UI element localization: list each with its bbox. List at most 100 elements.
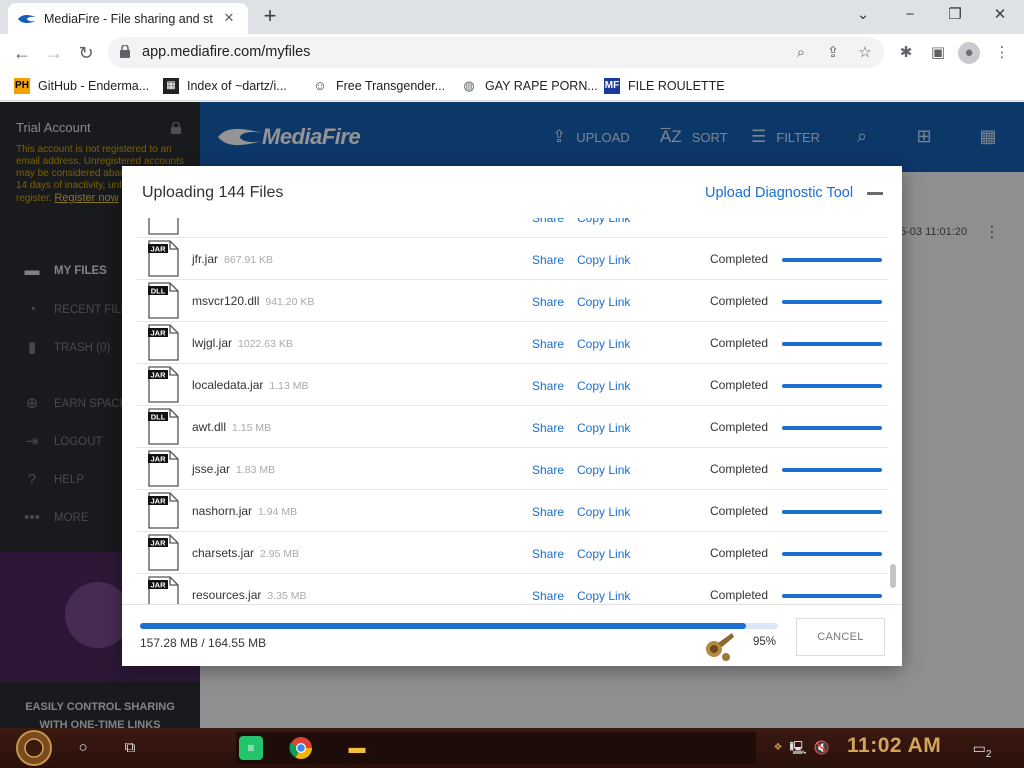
share-link[interactable]: Share [532,218,564,225]
list-item: JAR charsets.jar 2.95 MB Share Copy Link Comp… [136,532,888,574]
bookmark-item[interactable]: ◍ GAY RAPE PORN... [461,77,597,95]
mask-icon: ☺ [313,78,327,93]
share-link[interactable]: Share [532,379,564,393]
mascot-icon [706,633,734,661]
profile-avatar-icon[interactable]: ● [958,42,980,64]
copy-link[interactable]: Copy Link [577,505,630,519]
copy-link[interactable]: Copy Link [577,337,630,351]
minimize-button[interactable]: − [895,3,925,27]
copy-link[interactable]: Copy Link [577,547,630,561]
tab-search-icon[interactable]: ⌄ [848,3,878,27]
restore-button[interactable]: ❐ [940,3,970,27]
share-link[interactable]: Share [532,421,564,435]
file-name-text: resources.jar [192,588,262,602]
dll-file-icon: DLL [148,282,179,319]
file-progress-bar [782,426,882,430]
file-explorer-icon[interactable]: ▬ [345,736,369,760]
copy-link[interactable]: Copy Link [577,463,630,477]
scrollbar-thumb[interactable] [890,564,896,588]
share-link[interactable]: Share [532,253,564,267]
browser-menu-icon[interactable]: ⋮ [991,42,1013,64]
browser-tab-bar: MediaFire - File sharing and st ✕ + ⌄ − … [0,0,1024,34]
copy-link[interactable]: Copy Link [577,379,630,393]
list-item: JAR nashorn.jar 1.94 MB Share Copy Link Compl… [136,490,888,532]
upload-status: Completed [710,252,769,266]
notes-app-icon[interactable]: ≡ [239,736,263,760]
globe-icon: ◍ [463,78,475,93]
zoom-search-icon[interactable]: ⌕ [790,42,812,64]
upload-status: Completed [710,588,769,602]
file-size: 1.94 MB [258,506,298,518]
copy-link[interactable]: Copy Link [577,218,630,225]
share-link[interactable]: Share [532,547,564,561]
notifications-icon[interactable]: ▭2 [970,736,994,760]
close-window-button[interactable]: ✕ [985,3,1015,27]
file-size: 2.95 MB [260,548,300,560]
list-item: JAR jfr.jar 867.91 KB Share Copy Link Complet… [136,238,888,280]
share-link[interactable]: Share [532,505,564,519]
bookmark-item[interactable]: MF FILE ROULETTE [604,77,725,95]
cancel-button[interactable]: CANCEL [796,618,885,656]
upload-status: Completed [710,546,769,560]
share-link[interactable]: Share [532,295,564,309]
file-size: 1.15 MB [232,422,272,434]
copy-link[interactable]: Copy Link [577,421,630,435]
copy-link[interactable]: Copy Link [577,253,630,267]
bookmark-label: Free Transgender... [336,79,446,93]
extensions-icon[interactable]: ✱ [895,42,917,64]
jar-file-icon: JAR [148,366,179,403]
volume-muted-icon[interactable]: 🔇 [810,736,834,760]
bookmark-star-icon[interactable]: ☆ [854,42,876,64]
file-name-text: msvcr120.dll [192,294,260,308]
reload-button[interactable]: ↻ [73,40,99,66]
file-type-label: JAR [150,244,166,253]
upload-status: Completed [710,294,769,308]
tab-title: MediaFire - File sharing and st [44,11,213,26]
bookmark-label: Index of ~dartz/i... [187,79,287,93]
file-type-label: JAR [150,496,166,505]
upload-diagnostic-link[interactable]: Upload Diagnostic Tool [705,185,853,201]
jar-file-icon: JAR [148,576,179,604]
tab-close-icon[interactable]: ✕ [220,9,238,27]
copy-link[interactable]: Copy Link [577,295,630,309]
network-icon[interactable]: 🖳 [786,736,810,760]
share-icon[interactable]: ⇪ [822,42,844,64]
bookmark-item[interactable]: ▦ Index of ~dartz/i... [163,77,287,95]
file-progress-bar [782,510,882,514]
chrome-icon[interactable] [289,736,313,760]
file-type-label: DLL [151,286,166,295]
cortana-icon[interactable]: ○ [71,736,95,760]
share-link[interactable]: Share [532,337,564,351]
list-item: JAR lwjgl.jar 1022.63 KB Share Copy Link Comp… [136,322,888,364]
forward-button[interactable]: → [41,40,67,66]
taskbar-apps [236,732,756,764]
new-tab-button[interactable]: + [258,5,282,29]
bookmark-item[interactable]: PH GitHub - Enderma... [14,77,149,95]
taskbar-clock[interactable]: 11:02 AM [847,734,941,758]
share-link[interactable]: Share [532,589,564,603]
minimize-modal-icon[interactable] [867,192,883,195]
jar-file-icon [148,218,179,235]
file-roulette-icon: MF [604,78,620,94]
copy-link[interactable]: Copy Link [577,589,630,603]
windows-taskbar: ○ ⧉ ≡ ▬ ❖ 🖳 🔇 11:02 AM ▭2 [0,728,1024,768]
file-name-text: jsse.jar [192,462,231,476]
site-icon: ▦ [163,78,179,94]
upload-footer: 157.28 MB / 164.55 MB 95% CANCEL [122,604,902,666]
file-name: charsets.jar 2.95 MB [192,546,299,560]
address-bar[interactable]: app.mediafire.com/myfiles ⌕ ⇪ ☆ [108,37,884,68]
jar-file-icon: JAR [148,324,179,361]
list-item: DLL awt.dll 1.15 MB Share Copy Link Completed [136,406,888,448]
task-view-icon[interactable]: ⧉ [118,736,142,760]
side-panel-icon[interactable]: ▣ [927,42,949,64]
bookmark-item[interactable]: ☺ Free Transgender... [312,77,445,95]
total-percent-text: 95% [753,636,777,648]
start-button-icon[interactable] [10,729,58,767]
list-item: Share Copy Link [136,218,888,238]
file-name: nashorn.jar 1.94 MB [192,504,297,518]
share-link[interactable]: Share [532,463,564,477]
file-progress-bar [782,300,882,304]
back-button[interactable]: ← [9,40,35,66]
file-name-text: lwjgl.jar [192,336,233,350]
browser-tab[interactable]: MediaFire - File sharing and st ✕ [8,3,248,34]
